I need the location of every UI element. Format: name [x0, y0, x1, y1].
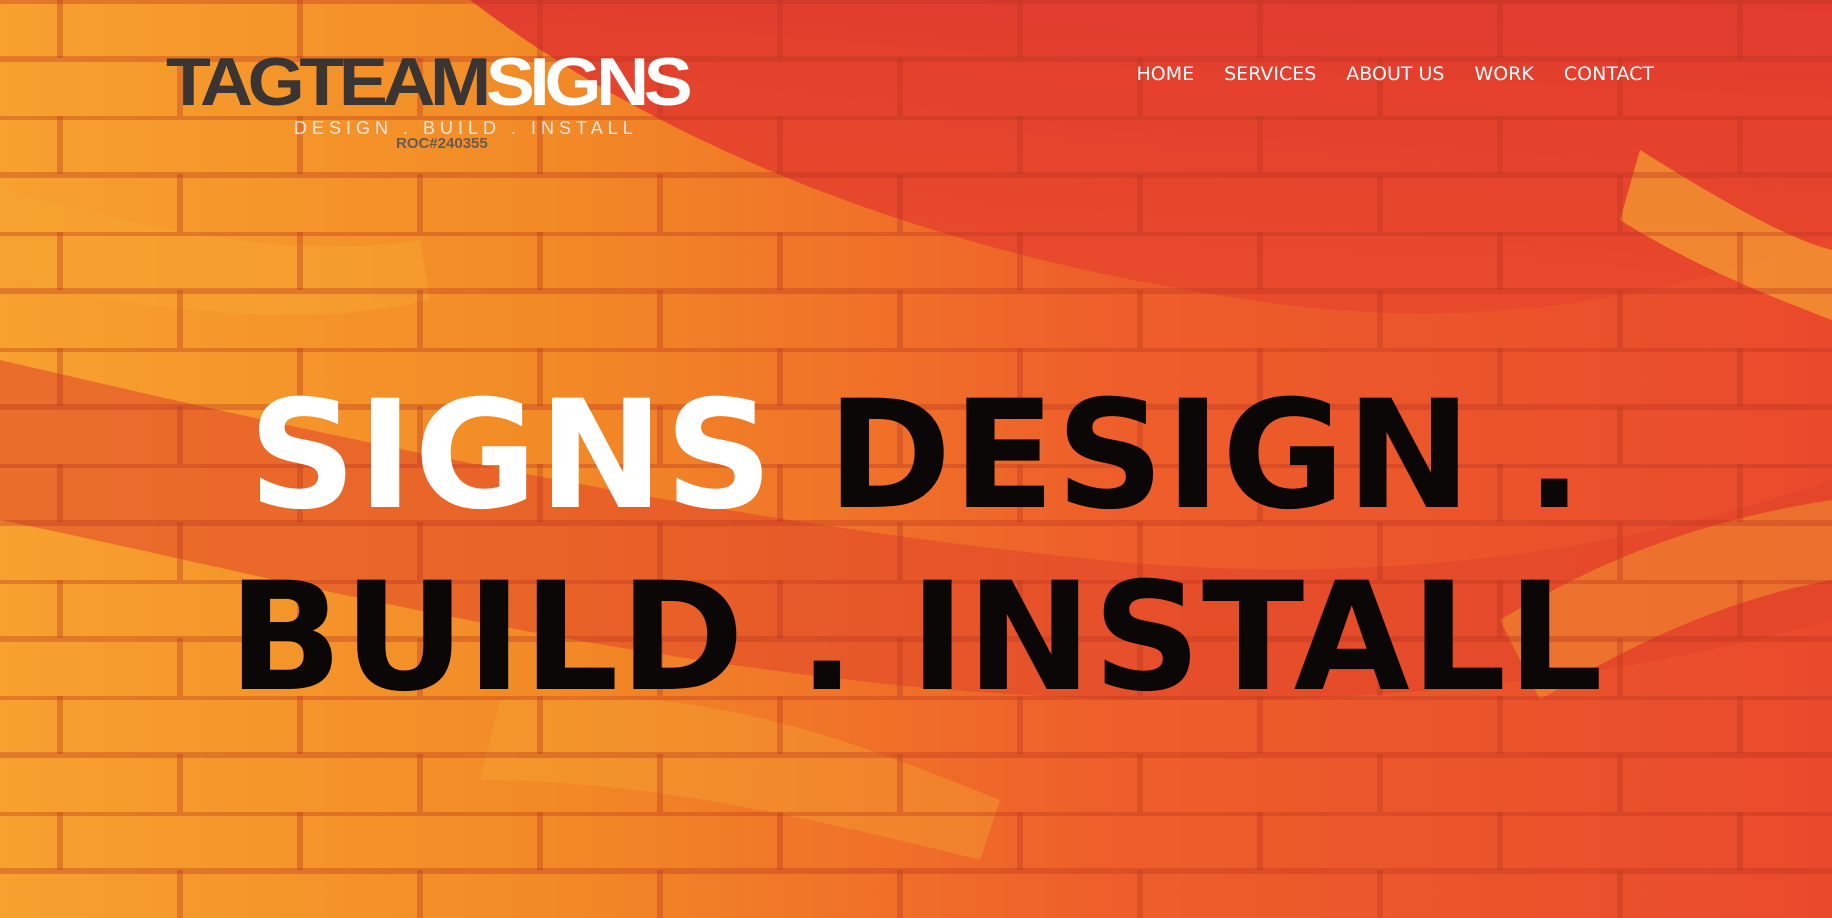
hero-section: TAGTEAMSIGNS DESIGN . BUILD . INSTALL RO… — [0, 0, 1832, 918]
logo-tagteam-text: TAGTEAM — [166, 44, 491, 120]
nav-item-work[interactable]: WORK — [1474, 60, 1533, 88]
license-number: ROC#240355 — [396, 135, 488, 152]
hero-headline: SIGNS DESIGN . BUILD . INSTALL — [0, 365, 1832, 729]
logo-signs-text: SIGNS — [485, 44, 693, 120]
site-logo[interactable]: TAGTEAMSIGNS DESIGN . BUILD . INSTALL RO… — [166, 48, 732, 158]
headline-highlight: SIGNS — [248, 369, 774, 543]
nav-item-home[interactable]: HOME — [1136, 60, 1194, 88]
logo-wordmark: TAGTEAMSIGNS — [166, 48, 693, 116]
main-nav: HOME SERVICES ABOUT US WORK CONTACT — [1136, 60, 1654, 88]
nav-item-contact[interactable]: CONTACT — [1564, 60, 1654, 88]
headline-line-1: SIGNS DESIGN . — [0, 365, 1832, 547]
nav-item-about-us[interactable]: ABOUT US — [1346, 60, 1444, 88]
nav-item-services[interactable]: SERVICES — [1224, 60, 1316, 88]
headline-line-1-rest: DESIGN . — [827, 369, 1584, 543]
headline-line-2: BUILD . INSTALL — [228, 551, 1604, 725]
